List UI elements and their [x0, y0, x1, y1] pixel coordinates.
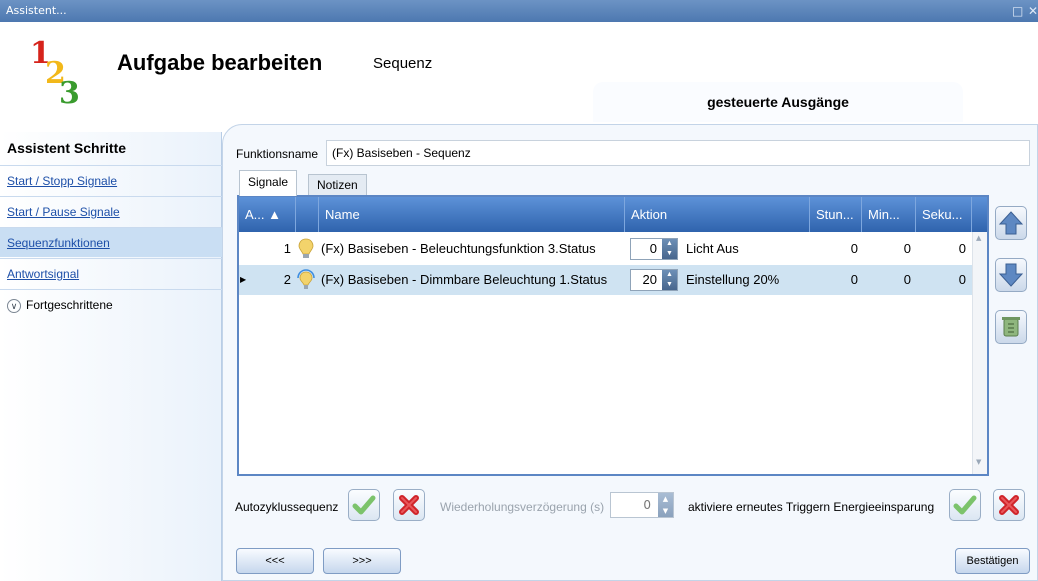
logo: 1 2 3 — [28, 36, 88, 116]
autocycle-label: Autozyklussequenz — [235, 500, 339, 514]
retrigger-label: aktiviere erneutes Triggern Energieeinsp… — [688, 500, 935, 514]
row-action: Licht Aus — [686, 241, 739, 256]
row-name: (Fx) Basiseben - Dimmbare Beleuchtung 1.… — [321, 272, 608, 287]
row-seconds: 0 — [958, 241, 966, 256]
page-subtitle: Sequenz — [373, 55, 433, 72]
window-titlebar: Assistent... □ ✕ — [0, 0, 1038, 22]
autocycle-disable-button[interactable] — [393, 489, 425, 521]
action-value: 20 — [642, 272, 657, 287]
row-name: (Fx) Basiseben - Beleuchtungsfunktion 3.… — [321, 241, 596, 256]
retrigger-enable-button[interactable] — [949, 489, 981, 521]
retrigger-disable-button[interactable] — [993, 489, 1025, 521]
column-header-minutes[interactable]: Min... — [862, 197, 916, 232]
scroll-down-icon[interactable]: ▼ — [976, 458, 981, 466]
lightbulb-icon — [298, 238, 314, 258]
repeat-delay-label: Wiederholungsverzögerung (s) — [440, 500, 605, 514]
sidebar-title: Assistent Schritte — [7, 140, 127, 156]
sidebar-item-sequence-functions[interactable]: Sequenzfunktionen — [0, 227, 222, 257]
page-title: Aufgabe bearbeiten — [117, 50, 323, 75]
sidebar-item-response-signal[interactable]: Antwortsignal — [0, 258, 222, 288]
signals-grid: A... ▲ Name Aktion Stun... Min... Seku..… — [237, 195, 989, 476]
move-down-button[interactable] — [995, 258, 1027, 292]
checkmark-icon — [953, 495, 977, 515]
cross-icon — [399, 495, 419, 515]
stepper-arrows-icon[interactable]: ▲ ▼ — [662, 270, 677, 290]
move-up-button[interactable] — [995, 206, 1027, 240]
action-value: 0 — [649, 241, 657, 256]
repeat-delay-value: 0 — [643, 498, 651, 512]
sidebar-item-start-pause[interactable]: Start / Pause Signale — [0, 196, 222, 226]
chevron-down-icon: ∨ — [7, 298, 21, 313]
maximize-icon[interactable]: □ — [1012, 0, 1023, 22]
function-name-input[interactable]: (Fx) Basiseben - Sequenz — [326, 140, 1030, 166]
row-minutes: 0 — [903, 272, 911, 287]
row-order: 1 — [283, 241, 291, 256]
table-row[interactable]: 1 (Fx) Basiseben - Beleuchtungsfunktion … — [239, 234, 972, 264]
vertical-scrollbar[interactable]: ▲ ▼ — [972, 232, 987, 474]
table-row[interactable]: ▶ 2 (Fx) Basiseben - Dimmbare Beleuchtun… — [239, 265, 972, 295]
back-button[interactable]: <<< — [236, 548, 314, 574]
tab-signals[interactable]: Signale — [239, 170, 298, 196]
dimmable-lightbulb-icon — [297, 269, 315, 289]
delete-row-button[interactable] — [995, 310, 1027, 344]
grid-header: A... ▲ Name Aktion Stun... Min... Seku..… — [239, 197, 987, 232]
confirm-button[interactable]: Bestätigen — [955, 548, 1030, 574]
column-header-seconds[interactable]: Seku... — [916, 197, 972, 232]
row-hours: 0 — [850, 272, 858, 287]
sidebar-item-start-stop[interactable]: Start / Stopp Signale — [0, 165, 222, 195]
row-hours: 0 — [850, 241, 858, 256]
section-tab-outputs[interactable]: gesteuerte Ausgänge — [593, 82, 963, 122]
row-seconds: 0 — [958, 272, 966, 287]
scroll-up-icon[interactable]: ▲ — [976, 234, 981, 242]
sidebar-item-advanced-label: Fortgeschrittene — [26, 298, 113, 312]
column-header-icon[interactable] — [296, 197, 319, 232]
column-header-action[interactable]: Aktion — [625, 197, 810, 232]
row-order: 2 — [283, 272, 291, 287]
header — [0, 22, 1038, 140]
tab-notes[interactable]: Notizen — [308, 174, 367, 195]
stepper-arrows-icon[interactable]: ▲ ▼ — [662, 239, 677, 259]
row-action: Einstellung 20% — [686, 272, 780, 287]
forward-button[interactable]: >>> — [323, 548, 401, 574]
recycle-bin-icon — [1002, 317, 1020, 337]
move-down-icon — [998, 263, 1024, 287]
move-up-icon — [998, 211, 1024, 235]
cross-icon — [999, 495, 1019, 515]
repeat-delay-stepper[interactable]: 0 ▲ ▼ — [610, 492, 674, 518]
close-icon[interactable]: ✕ — [1028, 0, 1038, 22]
action-value-stepper[interactable]: 20 ▲ ▼ — [630, 269, 678, 291]
function-name-label: Funktionsname — [236, 147, 319, 161]
action-value-stepper[interactable]: 0 ▲ ▼ — [630, 238, 678, 260]
stepper-arrows-icon[interactable]: ▲ ▼ — [658, 493, 673, 517]
column-header-order[interactable]: A... ▲ — [239, 197, 296, 232]
autocycle-enable-button[interactable] — [348, 489, 380, 521]
window-title: Assistent... — [6, 4, 67, 17]
row-minutes: 0 — [903, 241, 911, 256]
column-header-name[interactable]: Name — [319, 197, 625, 232]
logo-digit-3: 3 — [59, 76, 80, 111]
sidebar-item-advanced[interactable]: ∨ Fortgeschrittene — [0, 289, 222, 319]
checkmark-icon — [352, 495, 376, 515]
column-header-hours[interactable]: Stun... — [810, 197, 862, 232]
